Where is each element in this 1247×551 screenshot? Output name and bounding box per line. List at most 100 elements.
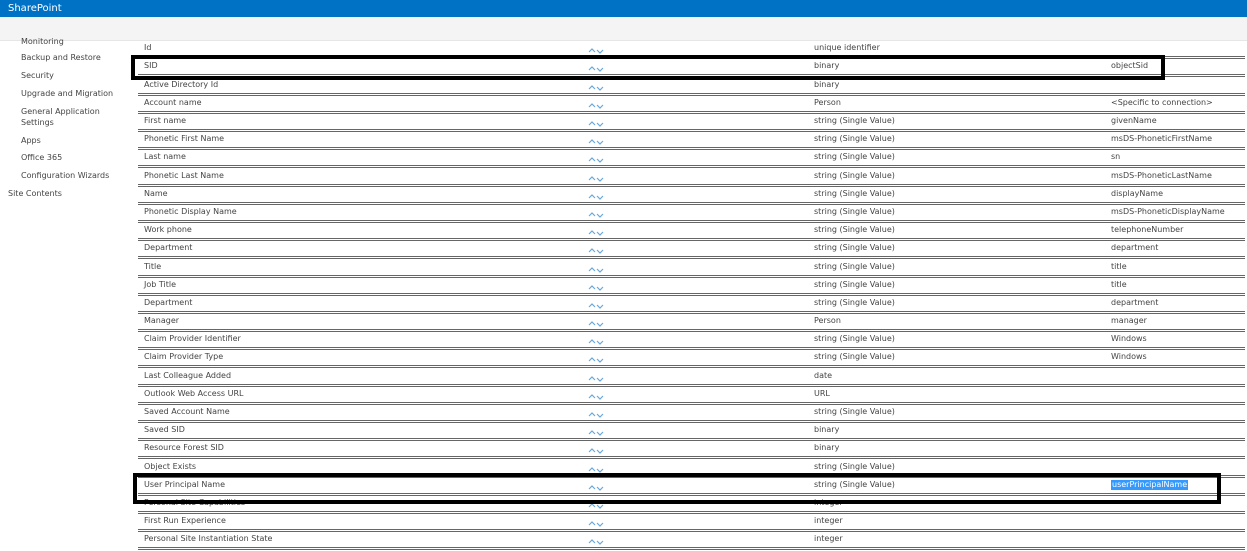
chevron-down-icon[interactable] (596, 296, 604, 309)
property-name[interactable]: Last Colleague Added (144, 371, 231, 381)
chevron-down-icon[interactable] (596, 187, 604, 200)
nav-item-general-application-settings[interactable]: General Application Settings (21, 106, 131, 128)
chevron-up-icon[interactable] (588, 441, 596, 453)
property-name[interactable]: Phonetic First Name (144, 134, 224, 144)
chevron-down-icon[interactable] (596, 532, 604, 545)
app-title[interactable]: SharePoint (8, 2, 62, 15)
chevron-down-icon[interactable] (596, 278, 604, 291)
property-name[interactable]: Id (144, 43, 151, 53)
chevron-up-icon[interactable] (588, 223, 596, 235)
chevron-down-icon[interactable] (596, 150, 604, 163)
chevron-down-icon[interactable] (596, 350, 604, 363)
nav-item-site-contents[interactable]: Site Contents (8, 188, 118, 199)
chevron-down-icon[interactable] (596, 314, 604, 327)
nav-item-monitoring[interactable]: Monitoring (21, 36, 131, 47)
nav-item-backup-and-restore[interactable]: Backup and Restore (21, 52, 131, 63)
chevron-down-icon[interactable] (596, 460, 604, 473)
chevron-down-icon[interactable] (596, 387, 604, 400)
chevron-down-icon[interactable] (596, 114, 604, 127)
chevron-down-icon[interactable] (596, 369, 604, 382)
chevron-up-icon[interactable] (588, 423, 596, 435)
nav-item-configuration-wizards[interactable]: Configuration Wizards (21, 170, 131, 181)
table-row[interactable]: Department string (Single Value) departmen… (138, 295, 1245, 314)
chevron-down-icon[interactable] (596, 260, 604, 273)
table-row[interactable]: Manager Person manager (138, 313, 1245, 332)
table-row[interactable]: Claim Provider Identifier string (Single … (138, 331, 1245, 350)
property-name[interactable]: Object Exists (144, 462, 196, 472)
table-row[interactable]: Phonetic First Name string (Single Value)… (138, 131, 1245, 150)
property-name[interactable]: Claim Provider Type (144, 352, 223, 362)
chevron-down-icon[interactable] (596, 223, 604, 236)
chevron-up-icon[interactable] (588, 405, 596, 417)
property-name[interactable]: Job Title (144, 280, 176, 290)
property-name[interactable]: Personal Site Instantiation State (144, 534, 272, 544)
property-name[interactable]: Saved Account Name (144, 407, 230, 417)
property-name[interactable]: Title (144, 262, 161, 272)
chevron-up-icon[interactable] (588, 350, 596, 362)
property-name[interactable]: Active Directory Id (144, 80, 218, 90)
table-row[interactable]: Claim Provider Type string (Single Value)… (138, 349, 1245, 368)
property-name[interactable]: Claim Provider Identifier (144, 334, 241, 344)
chevron-up-icon[interactable] (588, 41, 596, 53)
chevron-up-icon[interactable] (588, 205, 596, 217)
property-name[interactable]: Outlook Web Access URL (144, 389, 243, 399)
chevron-up-icon[interactable] (588, 132, 596, 144)
chevron-down-icon[interactable] (596, 205, 604, 218)
chevron-up-icon[interactable] (588, 314, 596, 326)
table-row[interactable]: Personal Site Instantiation State integer (138, 531, 1245, 550)
nav-item-security[interactable]: Security (21, 70, 131, 81)
nav-item-apps[interactable]: Apps (21, 135, 131, 146)
chevron-up-icon[interactable] (588, 187, 596, 199)
table-row[interactable]: Saved SID binary (138, 422, 1245, 441)
chevron-up-icon[interactable] (588, 514, 596, 526)
table-row[interactable]: Phonetic Display Name string (Single Valu… (138, 204, 1245, 223)
property-name[interactable]: Phonetic Display Name (144, 207, 237, 217)
property-name[interactable]: Department (144, 243, 192, 253)
chevron-down-icon[interactable] (596, 132, 604, 145)
chevron-up-icon[interactable] (588, 369, 596, 381)
nav-item-upgrade-and-migration[interactable]: Upgrade and Migration (21, 88, 131, 99)
nav-item-office-365[interactable]: Office 365 (21, 152, 131, 163)
table-row[interactable]: Name string (Single Value) displayName (138, 186, 1245, 205)
chevron-up-icon[interactable] (588, 260, 596, 272)
chevron-down-icon[interactable] (596, 241, 604, 254)
chevron-up-icon[interactable] (588, 241, 596, 253)
chevron-up-icon[interactable] (588, 387, 596, 399)
chevron-up-icon[interactable] (588, 460, 596, 472)
chevron-up-icon[interactable] (588, 96, 596, 108)
table-row[interactable]: Saved Account Name string (Single Value) (138, 404, 1245, 423)
table-row[interactable]: Resource Forest SID binary (138, 440, 1245, 459)
table-row[interactable]: Phonetic Last Name string (Single Value) m… (138, 168, 1245, 187)
table-row[interactable]: Department string (Single Value) departmen… (138, 240, 1245, 259)
table-row[interactable]: Outlook Web Access URL URL (138, 386, 1245, 405)
property-name[interactable]: Resource Forest SID (144, 443, 224, 453)
property-name[interactable]: Phonetic Last Name (144, 171, 224, 181)
property-name[interactable]: Saved SID (144, 425, 185, 435)
chevron-up-icon[interactable] (588, 169, 596, 181)
chevron-down-icon[interactable] (596, 41, 604, 54)
table-row[interactable]: First name string (Single Value) givenName (138, 113, 1245, 132)
chevron-down-icon[interactable] (596, 423, 604, 436)
table-row[interactable]: Work phone string (Single Value) telephone… (138, 222, 1245, 241)
chevron-up-icon[interactable] (588, 114, 596, 126)
property-name[interactable]: First Run Experience (144, 516, 226, 526)
table-row[interactable]: Last name string (Single Value) sn (138, 149, 1245, 168)
chevron-down-icon[interactable] (596, 96, 604, 109)
chevron-up-icon[interactable] (588, 150, 596, 162)
table-row[interactable]: Last Colleague Added date (138, 368, 1245, 387)
table-row[interactable]: Title string (Single Value) title (138, 259, 1245, 278)
table-row[interactable]: Job Title string (Single Value) title (138, 277, 1245, 296)
chevron-up-icon[interactable] (588, 332, 596, 344)
property-name[interactable]: Account name (144, 98, 202, 108)
property-name[interactable]: Name (144, 189, 168, 199)
property-name[interactable]: Work phone (144, 225, 192, 235)
chevron-down-icon[interactable] (596, 514, 604, 527)
property-name[interactable]: Last name (144, 152, 186, 162)
chevron-up-icon[interactable] (588, 278, 596, 290)
table-row[interactable]: First Run Experience integer (138, 513, 1245, 532)
chevron-down-icon[interactable] (596, 332, 604, 345)
chevron-down-icon[interactable] (596, 169, 604, 182)
property-name[interactable]: Department (144, 298, 192, 308)
chevron-down-icon[interactable] (596, 405, 604, 418)
chevron-up-icon[interactable] (588, 296, 596, 308)
